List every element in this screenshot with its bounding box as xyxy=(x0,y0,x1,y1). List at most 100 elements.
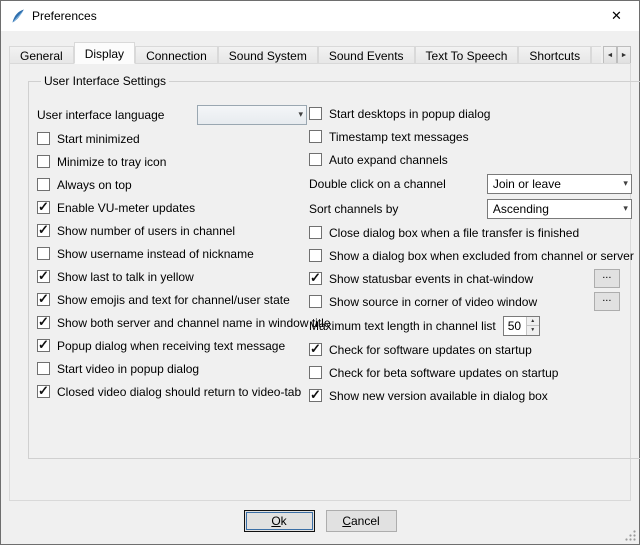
tab[interactable]: Text To Speech xyxy=(415,46,519,64)
checkbox[interactable] xyxy=(37,385,50,398)
checkbox-label: Check for software updates on startup xyxy=(329,343,532,357)
tab-label: Sound Events xyxy=(329,49,404,63)
checkbox-label: Show number of users in channel xyxy=(57,224,235,238)
tab[interactable]: General xyxy=(9,46,74,64)
tab-scroll-left-icon[interactable]: ◄ xyxy=(603,46,617,64)
ok-button[interactable]: Ok xyxy=(244,510,315,532)
checkbox-label: Show emojis and text for channel/user st… xyxy=(57,293,290,307)
checkbox[interactable] xyxy=(309,130,322,143)
checkbox[interactable] xyxy=(37,155,50,168)
checkbox-row[interactable]: Timestamp text messages xyxy=(309,125,634,148)
max-text-length-label: Maximum text length in channel list xyxy=(309,319,496,333)
tab-scroll-right-icon[interactable]: ► xyxy=(617,46,631,64)
checkbox[interactable] xyxy=(37,178,50,191)
checkbox[interactable] xyxy=(37,293,50,306)
checkbox-label: Check for beta software updates on start… xyxy=(329,366,558,380)
checkbox[interactable] xyxy=(309,249,322,262)
checkbox-row[interactable]: Show username instead of nickname xyxy=(37,242,309,265)
checkbox-row[interactable]: Start minimized xyxy=(37,127,309,150)
checkbox-label: Closed video dialog should return to vid… xyxy=(57,385,301,399)
checkbox[interactable] xyxy=(37,224,50,237)
checkbox[interactable] xyxy=(309,343,322,356)
window-title: Preferences xyxy=(32,9,97,23)
max-text-length-value: 50 xyxy=(504,317,526,335)
checkbox[interactable] xyxy=(37,132,50,145)
checkbox[interactable] xyxy=(37,362,50,375)
checkbox[interactable] xyxy=(309,295,322,308)
checkbox-row[interactable]: Show a dialog box when excluded from cha… xyxy=(309,244,634,267)
checkbox-row[interactable]: Always on top xyxy=(37,173,309,196)
tab[interactable]: Video xyxy=(591,46,601,64)
checkbox-row[interactable]: Start video in popup dialog xyxy=(37,357,309,380)
video-source-row: Show source in corner of video window ..… xyxy=(309,290,634,313)
checkbox-label: Show new version available in dialog box xyxy=(329,389,548,403)
checkbox-row[interactable]: Show last to talk in yellow xyxy=(37,265,309,288)
checkbox-row[interactable]: Closed video dialog should return to vid… xyxy=(37,380,309,403)
double-click-combobox[interactable]: Join or leave ▾ xyxy=(487,174,632,194)
checkbox[interactable] xyxy=(37,316,50,329)
checkbox-row[interactable]: Show emojis and text for channel/user st… xyxy=(37,288,309,311)
sort-channels-label: Sort channels by xyxy=(309,202,398,216)
tab[interactable]: Shortcuts xyxy=(518,46,591,64)
checkbox-row[interactable]: Show new version available in dialog box xyxy=(309,384,634,407)
titlebar[interactable]: Preferences ✕ xyxy=(1,1,639,31)
spin-down-icon[interactable]: ▼ xyxy=(527,326,539,335)
tab-strip: General Display Connection Sound System … xyxy=(9,42,601,64)
checkbox-row[interactable]: Close dialog box when a file transfer is… xyxy=(309,221,634,244)
checkbox[interactable] xyxy=(309,226,322,239)
checkbox-label: Timestamp text messages xyxy=(329,130,469,144)
close-button[interactable]: ✕ xyxy=(594,1,639,31)
checkbox[interactable] xyxy=(309,107,322,120)
checkbox-label: Close dialog box when a file transfer is… xyxy=(329,226,579,240)
checkbox-row[interactable]: Check for software updates on startup xyxy=(309,338,634,361)
sort-channels-value: Ascending xyxy=(493,202,549,216)
video-source-options-button[interactable]: ... xyxy=(594,292,620,311)
tab[interactable]: Sound System xyxy=(218,46,318,64)
checkbox-row[interactable]: Enable VU-meter updates xyxy=(37,196,309,219)
checkbox-row[interactable]: Auto expand channels xyxy=(309,148,634,171)
spinner-arrows: ▲ ▼ xyxy=(526,317,539,335)
checkbox[interactable] xyxy=(309,366,322,379)
checkbox-row[interactable]: Popup dialog when receiving text message xyxy=(37,334,309,357)
chevron-down-icon: ▾ xyxy=(617,178,628,189)
cancel-button[interactable]: Cancel xyxy=(326,510,397,532)
checkbox-label: Show last to talk in yellow xyxy=(57,270,194,284)
checkbox[interactable] xyxy=(37,247,50,260)
tab-label: Display xyxy=(85,47,124,61)
tab-scrollers: ◄ ► xyxy=(603,46,631,64)
chevron-down-icon: ▾ xyxy=(617,203,628,214)
chevron-down-icon: ▾ xyxy=(292,109,303,120)
sort-channels-combobox[interactable]: Ascending ▾ xyxy=(487,199,632,219)
left-checkbox-list: Start minimized Minimize to tray icon Al… xyxy=(37,127,309,403)
app-icon xyxy=(10,8,26,24)
checkbox[interactable] xyxy=(309,272,322,285)
statusbar-events-options-button[interactable]: ... xyxy=(594,269,620,288)
checkbox-label: Enable VU-meter updates xyxy=(57,201,195,215)
tab[interactable]: Connection xyxy=(135,46,218,64)
left-column: User interface language ▾ Start minimize… xyxy=(37,102,309,407)
checkbox-row[interactable]: Minimize to tray icon xyxy=(37,150,309,173)
checkbox[interactable] xyxy=(37,201,50,214)
max-text-length-spinner[interactable]: 50 ▲ ▼ xyxy=(503,316,540,336)
group-title: User Interface Settings xyxy=(41,74,169,88)
checkbox[interactable] xyxy=(309,389,322,402)
right-checkbox-list-top: Start desktops in popup dialog Timestamp… xyxy=(309,102,634,171)
tab-label: General xyxy=(20,49,63,63)
checkbox[interactable] xyxy=(309,153,322,166)
double-click-label: Double click on a channel xyxy=(309,177,446,191)
checkbox[interactable] xyxy=(37,270,50,283)
tab[interactable]: Sound Events xyxy=(318,46,415,64)
checkbox-row[interactable]: Check for beta software updates on start… xyxy=(309,361,634,384)
checkbox[interactable] xyxy=(37,339,50,352)
checkbox-label: Always on top xyxy=(57,178,132,192)
checkbox-row[interactable]: Show number of users in channel xyxy=(37,219,309,242)
spin-up-icon[interactable]: ▲ xyxy=(527,317,539,327)
language-combobox[interactable]: ▾ xyxy=(197,105,307,125)
button-bar: Ok Cancel xyxy=(1,510,639,532)
resize-grip-icon[interactable] xyxy=(624,529,637,542)
right-checkbox-list-mid: Close dialog box when a file transfer is… xyxy=(309,221,634,267)
checkbox-row[interactable]: Show both server and channel name in win… xyxy=(37,311,309,334)
tab[interactable]: Display xyxy=(74,42,135,64)
checkbox-row[interactable]: Start desktops in popup dialog xyxy=(309,102,634,125)
tab-bar: General Display Connection Sound System … xyxy=(9,45,631,64)
